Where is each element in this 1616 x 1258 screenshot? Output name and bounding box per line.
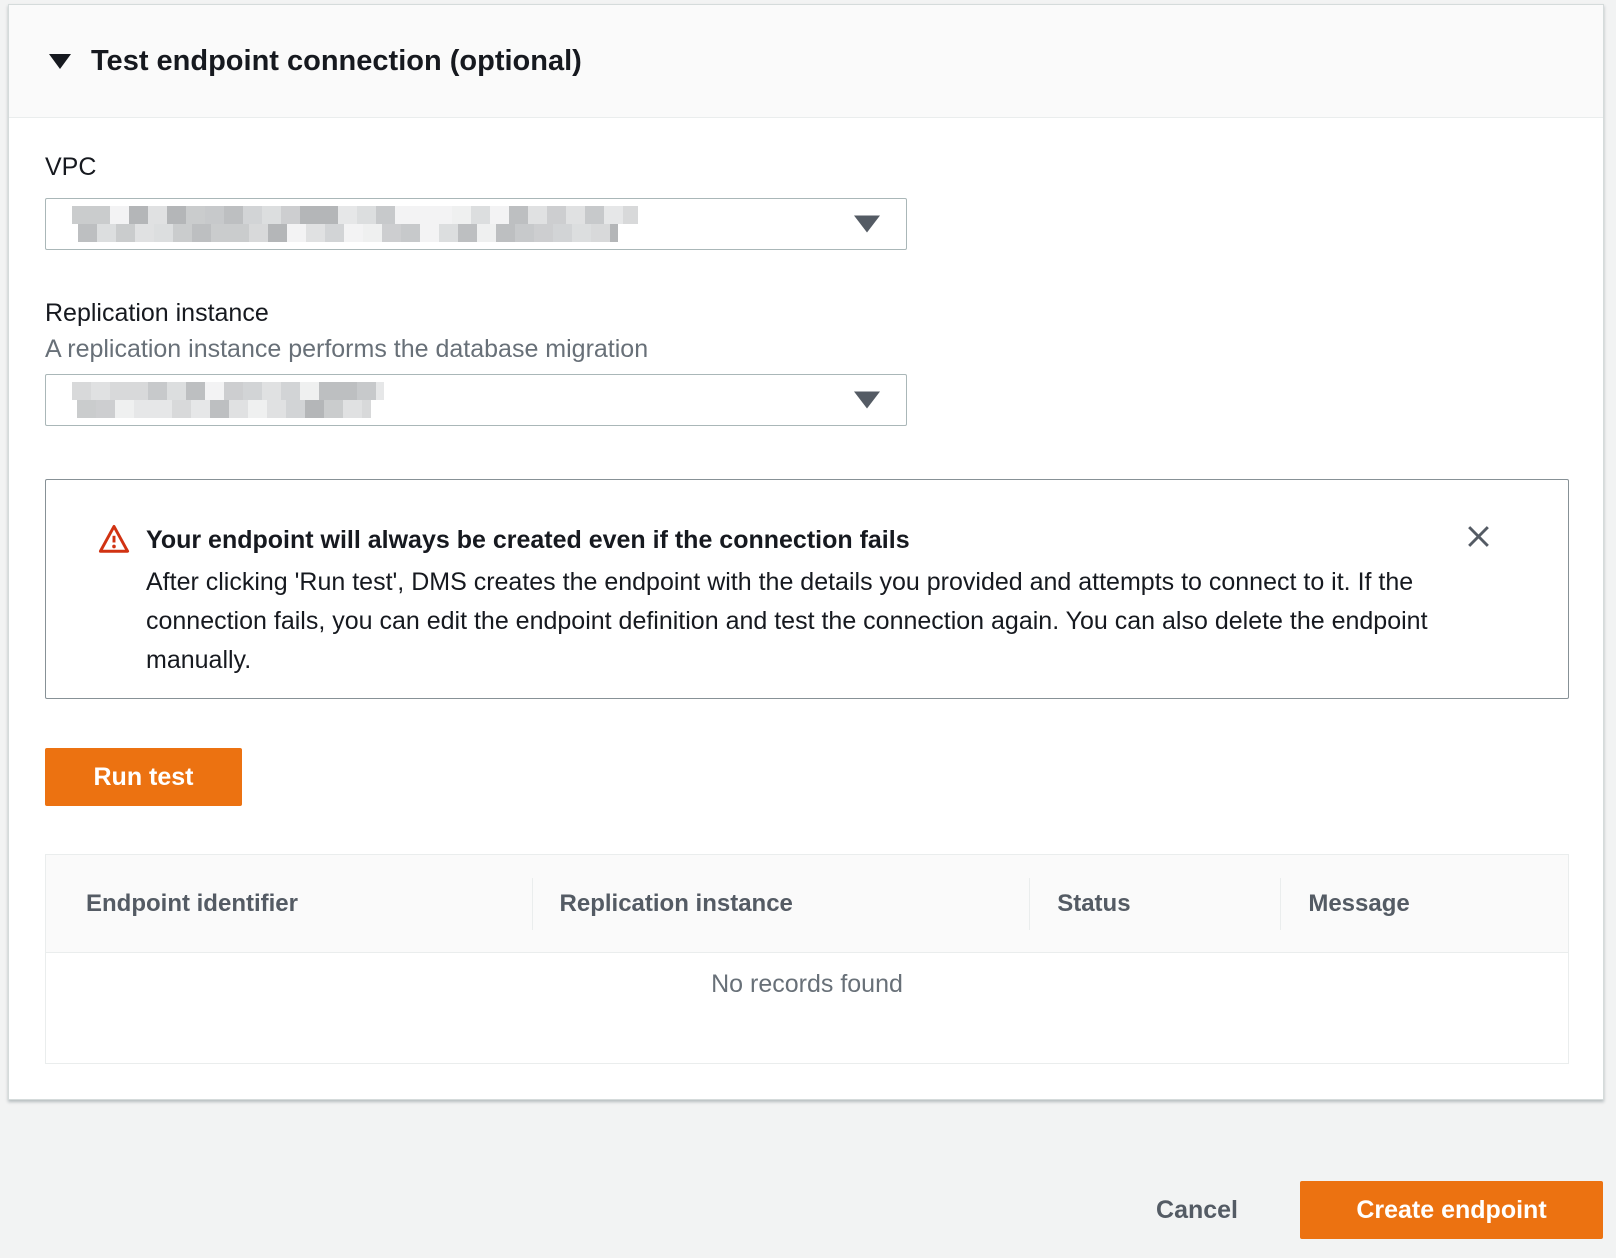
- chevron-down-icon: [854, 392, 880, 409]
- warning-triangle-icon: [98, 522, 130, 556]
- column-header-status: Status: [1029, 890, 1280, 918]
- close-icon[interactable]: [1458, 516, 1498, 556]
- alert-content: Your endpoint will always be created eve…: [146, 524, 1538, 680]
- alert-title: Your endpoint will always be created eve…: [146, 524, 1538, 556]
- replication-instance-label: Replication instance: [45, 298, 1567, 328]
- results-table: Endpoint identifier Replication instance…: [45, 854, 1569, 1064]
- empty-state-text: No records found: [711, 969, 903, 1063]
- vpc-select[interactable]: [45, 198, 907, 250]
- table-header-row: Endpoint identifier Replication instance…: [46, 855, 1568, 953]
- section-title: Test endpoint connection (optional): [91, 45, 582, 78]
- section-body: VPC Replication instance A replication i…: [9, 118, 1603, 1064]
- footer-actions: Cancel Create endpoint: [1156, 1181, 1603, 1239]
- column-header-message: Message: [1280, 890, 1568, 918]
- warning-alert: Your endpoint will always be created eve…: [45, 479, 1569, 699]
- section-header[interactable]: Test endpoint connection (optional): [9, 5, 1603, 118]
- replication-instance-field: Replication instance A replication insta…: [45, 298, 1567, 426]
- vpc-label: VPC: [45, 152, 1567, 182]
- test-endpoint-panel: Test endpoint connection (optional) VPC …: [8, 4, 1604, 1100]
- chevron-down-icon: [854, 216, 880, 233]
- vpc-redacted-value: [72, 206, 638, 242]
- create-endpoint-button[interactable]: Create endpoint: [1300, 1181, 1603, 1239]
- cancel-button[interactable]: Cancel: [1156, 1196, 1238, 1225]
- vpc-field: VPC: [45, 152, 1567, 250]
- alert-body: After clicking 'Run test', DMS creates t…: [146, 563, 1451, 680]
- column-header-replication-instance: Replication instance: [532, 890, 1030, 918]
- collapse-caret-icon: [49, 54, 71, 69]
- replication-instance-select[interactable]: [45, 374, 907, 426]
- replication-instance-description: A replication instance performs the data…: [45, 334, 1567, 364]
- column-header-endpoint-identifier: Endpoint identifier: [46, 890, 532, 918]
- table-body: No records found: [46, 953, 1568, 1063]
- replication-instance-redacted-value: [72, 382, 384, 418]
- run-test-button[interactable]: Run test: [45, 748, 242, 806]
